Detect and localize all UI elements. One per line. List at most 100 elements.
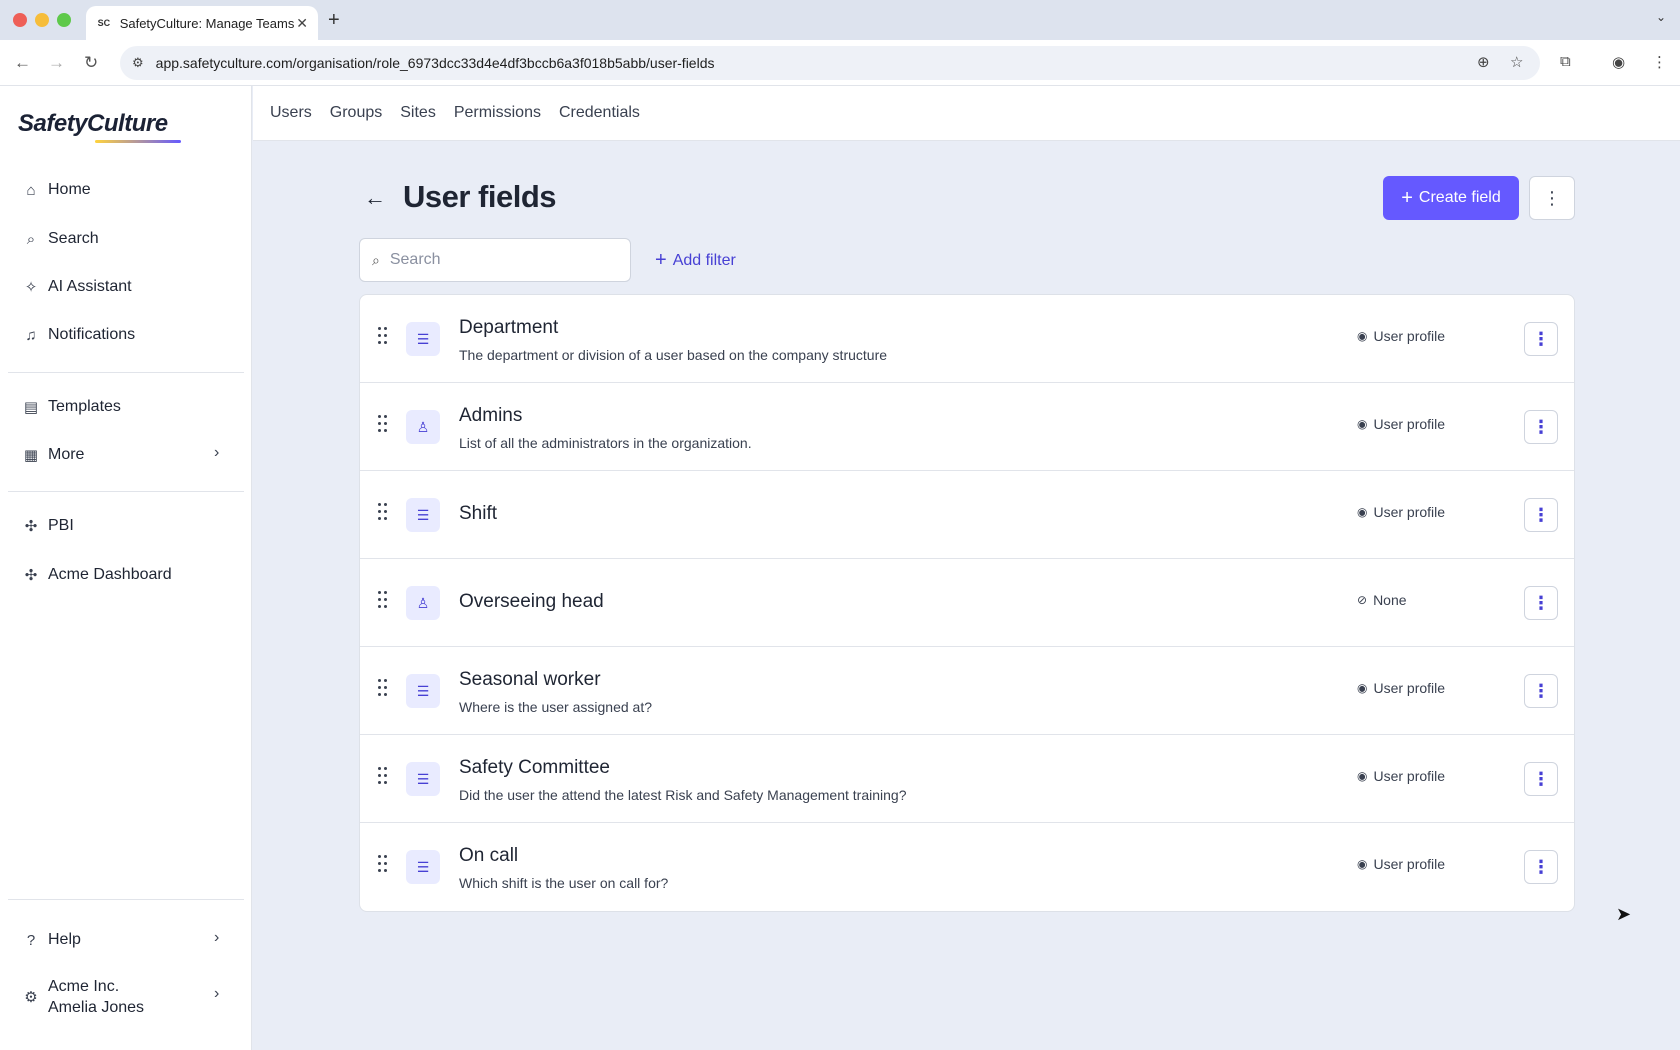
sidebar: SafetyCulture ⌂ Home ⌕ Search ✧ AI Assis… xyxy=(0,86,252,1050)
logo-underline xyxy=(95,140,181,143)
table-row[interactable]: ☰ On call Which shift is the user on call … xyxy=(360,823,1574,911)
sidebar-item-more[interactable]: ▦ More xyxy=(22,440,232,470)
more-vertical-icon: ⋮ xyxy=(1532,328,1550,349)
create-field-button[interactable]: + Create field xyxy=(1383,176,1519,220)
page-more-options-button[interactable]: ⋮ xyxy=(1529,176,1575,220)
drag-handle-icon[interactable] xyxy=(378,591,390,611)
puzzle-icon: ✣ xyxy=(24,518,38,535)
row-more-options-button[interactable]: ⋮ xyxy=(1524,762,1558,796)
eye-icon: ◉ xyxy=(1357,505,1368,519)
gear-icon: ⚙ xyxy=(24,989,38,1006)
page-title: User fields xyxy=(403,179,557,214)
logo[interactable]: SafetyCulture xyxy=(18,110,168,138)
list-icon: ☰ xyxy=(406,498,440,532)
tab-search-chevron-icon[interactable]: ⌄ xyxy=(1656,10,1666,24)
field-name[interactable]: Department xyxy=(459,317,558,339)
table-row[interactable]: ☰ Safety Committee Did the user the attend… xyxy=(360,735,1574,823)
bookmark-star-icon[interactable]: ☆ xyxy=(1510,53,1523,71)
drag-handle-icon[interactable] xyxy=(378,855,390,875)
minimize-window-button[interactable] xyxy=(35,13,49,27)
account-switcher[interactable]: ⚙ Acme Inc. Amelia Jones xyxy=(22,976,144,1018)
field-description: Which shift is the user on call for? xyxy=(459,875,669,891)
add-filter-button[interactable]: + Add filter xyxy=(655,249,736,272)
field-description: The department or division of a user bas… xyxy=(459,347,888,363)
drag-handle-icon[interactable] xyxy=(378,327,390,347)
field-name[interactable]: Overseeing head xyxy=(459,591,604,613)
visibility-status: ◉ User profile xyxy=(1357,680,1445,696)
reload-icon[interactable]: ↻ xyxy=(84,53,98,73)
field-name[interactable]: Seasonal worker xyxy=(459,669,601,691)
sidebar-item-label: Acme Dashboard xyxy=(48,566,172,583)
drag-handle-icon[interactable] xyxy=(378,767,390,787)
row-more-options-button[interactable]: ⋮ xyxy=(1524,498,1558,532)
tab-sites[interactable]: Sites xyxy=(400,104,436,122)
more-vertical-icon: ⋮ xyxy=(1532,856,1550,877)
drag-handle-icon[interactable] xyxy=(378,415,390,435)
search-input[interactable] xyxy=(389,251,600,269)
row-more-options-button[interactable]: ⋮ xyxy=(1524,674,1558,708)
profile-icon[interactable]: ◉ xyxy=(1612,53,1625,71)
more-vertical-icon: ⋮ xyxy=(1543,187,1561,208)
sidebar-item-help[interactable]: ? Help xyxy=(22,925,81,955)
browser-tabbar: SC SafetyCulture: Manage Teams ✕ + ⌄ xyxy=(0,0,1680,40)
table-row[interactable]: ☰ Seasonal worker Where is the user assign… xyxy=(360,647,1574,735)
sidebar-item-search[interactable]: ⌕ Search xyxy=(22,224,99,254)
url-text[interactable]: app.safetyculture.com/organisation/role_… xyxy=(156,55,715,71)
row-more-options-button[interactable]: ⋮ xyxy=(1524,322,1558,356)
site-settings-icon[interactable]: ⚙ xyxy=(132,55,144,71)
row-more-options-button[interactable]: ⋮ xyxy=(1524,850,1558,884)
sidebar-item-notifications[interactable]: ♫ Notifications xyxy=(22,320,135,350)
sidebar-item-acme-dashboard[interactable]: ✣ Acme Dashboard xyxy=(22,560,172,590)
sparkle-icon: ✧ xyxy=(24,279,38,296)
visibility-status: ⊘ None xyxy=(1357,592,1407,608)
table-row[interactable]: ☰ Department The department or division of… xyxy=(360,295,1574,383)
zoom-icon[interactable]: ⊕ xyxy=(1477,53,1490,71)
address-bar[interactable]: ⚙ app.safetyculture.com/organisation/rol… xyxy=(120,46,1540,80)
sidebar-item-ai-assistant[interactable]: ✧ AI Assistant xyxy=(22,272,132,302)
table-row[interactable]: ♙ Overseeing head ⊘ None ⋮ xyxy=(360,559,1574,647)
top-nav: Users Groups Sites Permissions Credentia… xyxy=(253,86,1680,141)
field-description: Did the user the attend the latest Risk … xyxy=(459,787,907,803)
tab-permissions[interactable]: Permissions xyxy=(454,104,541,122)
field-name[interactable]: On call xyxy=(459,845,518,867)
visibility-label: User profile xyxy=(1373,504,1446,520)
field-name[interactable]: Admins xyxy=(459,405,522,427)
close-window-button[interactable] xyxy=(13,13,27,27)
sidebar-item-label: Templates xyxy=(48,398,121,415)
field-description: Where is the user assigned at? xyxy=(459,699,652,715)
person-icon: ♙ xyxy=(406,410,440,444)
sidebar-item-pbi[interactable]: ✣ PBI xyxy=(22,511,74,541)
table-row[interactable]: ♙ Admins List of all the administrators in… xyxy=(360,383,1574,471)
visibility-label: User profile xyxy=(1373,856,1446,872)
extensions-icon[interactable]: ⧉ xyxy=(1560,53,1571,70)
drag-handle-icon[interactable] xyxy=(378,679,390,699)
visibility-label: User profile xyxy=(1373,416,1446,432)
search-field[interactable]: ⌕ xyxy=(359,238,631,282)
browser-menu-icon[interactable]: ⋮ xyxy=(1652,53,1667,71)
tab-groups[interactable]: Groups xyxy=(330,104,382,122)
back-icon[interactable]: ← xyxy=(14,53,31,73)
field-name[interactable]: Safety Committee xyxy=(459,757,610,779)
tab-credentials[interactable]: Credentials xyxy=(559,104,640,122)
main-content: ← User fields + Create field ⋮ ⌕ + Add f… xyxy=(253,141,1680,1050)
list-icon: ☰ xyxy=(406,762,440,796)
eye-off-icon: ⊘ xyxy=(1357,593,1368,607)
sidebar-item-label: Home xyxy=(48,181,91,198)
browser-tab[interactable]: SC SafetyCulture: Manage Teams ✕ xyxy=(86,6,318,40)
sidebar-item-home[interactable]: ⌂ Home xyxy=(22,175,91,205)
forward-icon[interactable]: → xyxy=(48,53,65,73)
maximize-window-button[interactable] xyxy=(57,13,71,27)
table-row[interactable]: ☰ Shift ◉ User profile ⋮ xyxy=(360,471,1574,559)
new-tab-icon[interactable]: + xyxy=(328,9,340,32)
tab-users[interactable]: Users xyxy=(270,104,312,122)
sidebar-divider xyxy=(8,899,244,900)
puzzle-icon: ✣ xyxy=(24,567,38,584)
sidebar-item-templates[interactable]: ▤ Templates xyxy=(22,392,121,422)
drag-handle-icon[interactable] xyxy=(378,503,390,523)
field-name[interactable]: Shift xyxy=(459,503,497,525)
row-more-options-button[interactable]: ⋮ xyxy=(1524,410,1558,444)
back-arrow-icon[interactable]: ← xyxy=(364,185,386,211)
row-more-options-button[interactable]: ⋮ xyxy=(1524,586,1558,620)
eye-icon: ◉ xyxy=(1357,329,1368,343)
tab-close-icon[interactable]: ✕ xyxy=(296,15,308,32)
